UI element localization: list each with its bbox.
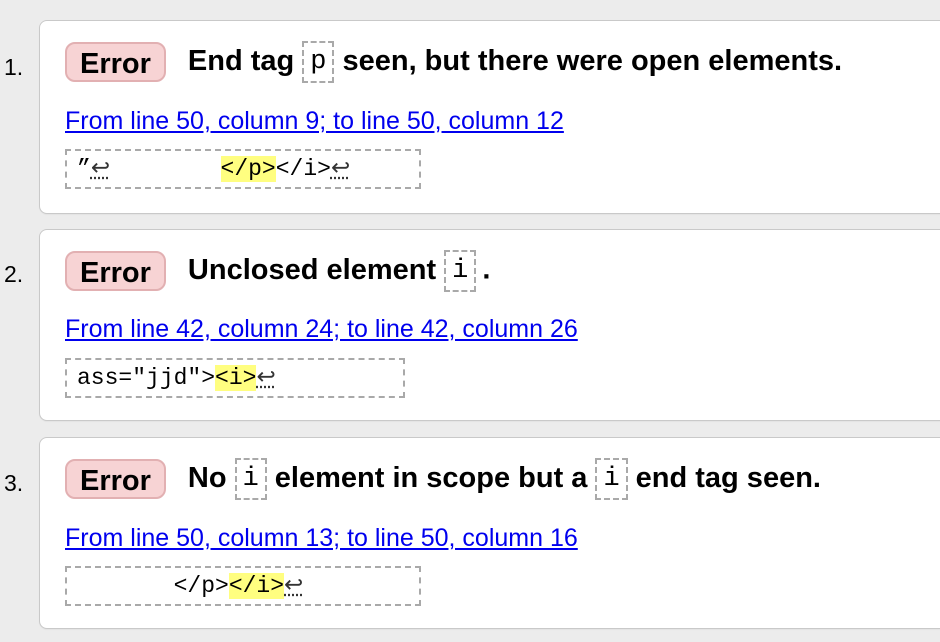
source-extract: </p></i>↩ — [65, 566, 421, 606]
line-feed-icon: ↩ — [284, 573, 304, 599]
error-badge: Error — [65, 251, 166, 291]
message-card: Error End tag p seen, but there were open … — [39, 20, 940, 214]
message-text-part: Unclosed element — [187, 253, 437, 286]
source-extract: ass="jjd"><i>↩ — [65, 358, 405, 398]
location-link[interactable]: From line 42, column 24; to line 42, col… — [65, 315, 578, 344]
message-header: Error No i element in scope but a i end tag … — [65, 458, 823, 500]
message-text-part: . — [482, 253, 491, 286]
inline-code: p — [302, 41, 335, 83]
message-header: Error End tag p seen, but there were open … — [65, 41, 844, 83]
message-text-part: seen, but there were open elements. — [342, 44, 843, 77]
extract-highlight: </i> — [228, 573, 285, 599]
inline-code: i — [234, 458, 267, 500]
line-feed-icon: ↩ — [256, 365, 276, 391]
extract-highlight: </p> — [220, 156, 276, 182]
message-card: Error No i element in scope but a i end tag … — [39, 437, 940, 629]
extract-text: ass="jjd"> — [77, 365, 216, 391]
extract-text: </i> — [275, 156, 331, 182]
error-badge: Error — [65, 459, 166, 499]
inline-code: i — [595, 458, 628, 500]
message-number: 2. — [4, 261, 24, 287]
line-feed-icon: ↩ — [330, 156, 351, 182]
error-badge: Error — [65, 42, 166, 82]
validation-results: 1. Error End tag p seen, but there were op… — [0, 0, 940, 642]
message-card: Error Unclosed element i. From line 42, c… — [39, 229, 940, 421]
message-number: 3. — [4, 470, 24, 496]
line-feed-icon: ↩ — [90, 156, 111, 182]
message-text: No i element in scope but a i end tag seen. — [186, 458, 823, 500]
message-text: End tag p seen, but there were open elemen… — [186, 41, 844, 83]
extract-text: </p> — [77, 573, 229, 599]
source-extract: ”↩ </p></i>↩ — [65, 149, 421, 189]
extract-text: ” — [77, 156, 91, 182]
message-text-part: element in scope but a — [274, 461, 588, 494]
message-text-part: End tag — [187, 44, 295, 77]
message-number: 1. — [4, 54, 24, 80]
extract-highlight: <i> — [215, 365, 257, 391]
message-text: Unclosed element i. — [186, 250, 490, 292]
message-header: Error Unclosed element i. — [65, 250, 490, 292]
message-text-part: end tag seen. — [635, 461, 821, 494]
inline-code: i — [444, 250, 477, 292]
extract-text — [110, 156, 220, 182]
location-link[interactable]: From line 50, column 9; to line 50, colu… — [65, 107, 564, 136]
message-text-part: No — [187, 461, 227, 494]
location-link[interactable]: From line 50, column 13; to line 50, col… — [65, 524, 578, 553]
